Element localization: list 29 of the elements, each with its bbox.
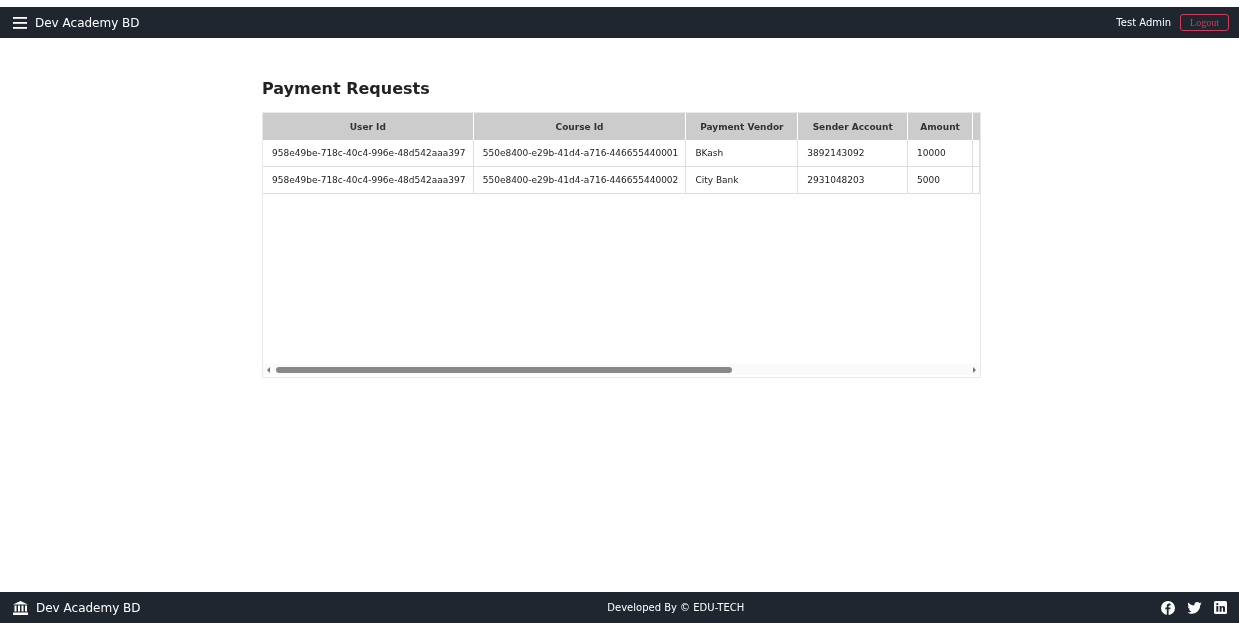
column-header: User Id [263,113,474,140]
column-header: Payment Vendor [686,113,799,140]
column-header: Course Id [473,113,687,140]
scroll-right-icon[interactable] [971,366,977,373]
menu-icon[interactable] [13,16,27,29]
facebook-icon[interactable] [1161,600,1175,615]
table-cell: 10000 [908,140,973,166]
user-name: Test Admin [1116,17,1172,28]
twitter-icon[interactable] [1187,601,1202,614]
horizontal-scrollbar[interactable] [263,364,980,375]
footer-credit: Developed By © EDU-TECH [607,602,745,613]
column-header: Amount [908,113,973,140]
table-cell: 2931048203 [798,167,909,193]
brand-link[interactable]: Dev Academy BD [35,15,140,30]
table-cell: City Bank [686,167,799,193]
table-cell: 3892143092 [798,140,909,166]
scroll-left-icon[interactable] [266,366,272,373]
table-cell: BKash [686,140,799,166]
bank-icon [13,600,28,615]
page-title: Payment Requests [262,79,431,98]
table-cell: 958e49be-718c-40c4-996e-48d542aaa397 [263,140,474,166]
column-header: Sender Account [798,113,909,140]
table-cell: 5000 [908,167,973,193]
table-cell: 550e8400-e29b-41d4-a716-446655440002 [473,167,687,193]
table-cell: 958e49be-718c-40c4-996e-48d542aaa397 [263,167,474,193]
scrollbar-thumb[interactable] [276,366,733,373]
footer-brand: Dev Academy BD [36,600,141,615]
table-cell: 550e8400-e29b-41d4-a716-446655440001 [473,140,687,166]
linkedin-icon[interactable] [1214,601,1227,614]
